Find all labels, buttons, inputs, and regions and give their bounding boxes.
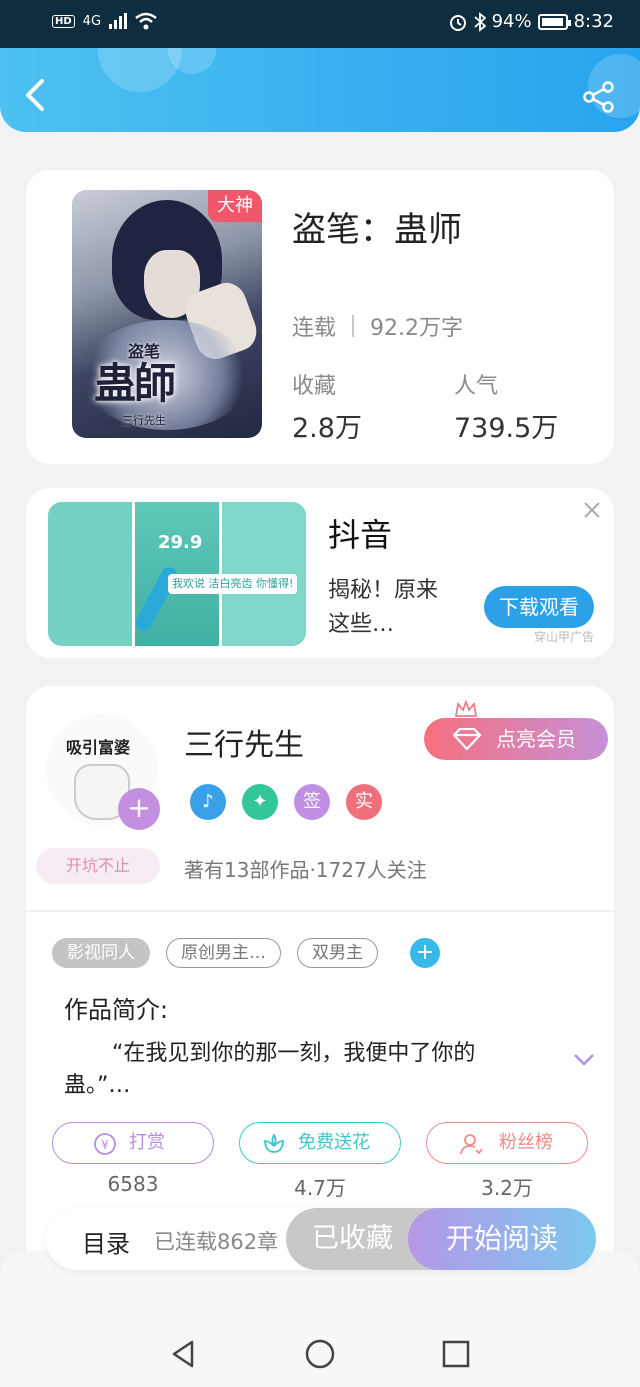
cover-author: 三行先生 <box>122 414 166 427</box>
download-button[interactable]: 下载观看 <box>484 586 594 628</box>
signal-icon <box>109 13 128 29</box>
diamond-icon <box>452 728 482 750</box>
toc-button[interactable]: 目录 <box>82 1224 130 1259</box>
battery-percent: 94% <box>491 11 532 32</box>
hd-indicator: HD <box>52 14 75 28</box>
tip-label: 打赏 <box>129 1132 165 1153</box>
fan-count: 3.2万 <box>481 1176 533 1200</box>
book-cover[interactable]: 盗笔 蛊師 三行先生 <box>72 190 262 438</box>
back-icon[interactable] <box>22 78 48 112</box>
music-badge-icon[interactable]: ♪ <box>190 784 226 820</box>
ad-image-text: 我欢说 洁白亮齿 你懂得! <box>168 574 298 594</box>
word-count: 92.2万字 <box>370 316 464 341</box>
ad-title: 抖音 <box>328 516 393 554</box>
signed-badge[interactable]: 签 <box>294 784 330 820</box>
tip-count: 6583 <box>107 1172 159 1196</box>
tip-button[interactable]: ¥ 打赏 <box>52 1122 214 1164</box>
alarm-icon <box>449 14 466 31</box>
author-meta: 著有13部作品·1727人关注 <box>184 858 427 882</box>
chapter-count[interactable]: 已连载862章 <box>154 1226 278 1256</box>
book-status-row: 连载 92.2万字 <box>292 310 463 342</box>
popularity-label: 人气 <box>454 374 499 399</box>
svg-text:¥: ¥ <box>101 1138 109 1152</box>
tag-item[interactable]: 原创男主… <box>166 938 281 968</box>
book-info-card: 盗笔 蛊師 三行先生 大神 盗笔：蛊师 连载 92.2万字 收藏 2.8万 人气… <box>26 170 614 464</box>
status-bar: HD 4G 94% 8:32 <box>0 0 640 48</box>
ad-source: 穿山甲广告 <box>534 630 595 644</box>
verified-badge[interactable]: 实 <box>346 784 382 820</box>
tag-item[interactable]: 影视同人 <box>52 938 150 968</box>
intro-label: 作品简介: <box>64 996 169 1024</box>
cover-title: 蛊師 <box>94 359 176 408</box>
fan-ranking-label: 粉丝榜 <box>499 1132 553 1153</box>
top-header <box>0 48 640 132</box>
network-indicator: 4G <box>82 13 102 29</box>
master-badge: 大神 <box>208 190 262 222</box>
bottom-action-bar: 目录 已连载862章 已收藏 开始阅读 <box>46 1208 596 1270</box>
avatar-pendant: 开坑不止 <box>36 848 160 884</box>
favorites-value: 2.8万 <box>292 413 362 444</box>
nav-home-icon[interactable] <box>304 1338 336 1370</box>
start-reading-button[interactable]: 开始阅读 <box>408 1208 596 1270</box>
tag-item[interactable]: 双男主 <box>297 938 378 968</box>
ad-image[interactable]: 29.9 我欢说 洁白亮齿 你懂得! <box>48 502 306 646</box>
battery-icon <box>537 13 571 30</box>
ad-card[interactable]: 29.9 我欢说 洁白亮齿 你懂得! 抖音 揭秘！原来这些… 下载观看 穿山甲广… <box>26 488 614 658</box>
author-badges: ♪ ✦ 签 实 <box>190 784 382 820</box>
vip-button[interactable]: 点亮会员 <box>424 718 608 760</box>
coin-icon: ¥ <box>94 1133 116 1155</box>
intro-text: “在我见到你的那一刻，我便中了你的蛊。”… <box>64 1041 476 1098</box>
avatar-text: 吸引富婆 <box>66 738 131 757</box>
popularity-value: 739.5万 <box>454 413 559 444</box>
fan-ranking-button[interactable]: 粉丝榜 <box>426 1122 588 1164</box>
ad-image-price: 29.9 <box>158 532 203 553</box>
favorites-label: 收藏 <box>292 374 337 399</box>
send-flower-label: 免费送花 <box>298 1132 370 1153</box>
clock: 8:32 <box>573 11 614 32</box>
wifi-icon <box>135 12 157 30</box>
close-icon[interactable] <box>582 500 602 520</box>
divider <box>26 910 614 912</box>
flower-icon <box>264 1133 284 1153</box>
tag-list: 影视同人 原创男主… 双男主 + <box>52 938 440 968</box>
chevron-down-icon[interactable] <box>572 1052 596 1068</box>
nav-back-icon[interactable] <box>168 1338 200 1370</box>
send-flower-button[interactable]: 免费送花 <box>239 1122 401 1164</box>
handshake-badge-icon[interactable]: ✦ <box>242 784 278 820</box>
flower-count: 4.7万 <box>294 1176 346 1200</box>
user-icon <box>460 1134 483 1155</box>
crown-icon <box>454 700 478 717</box>
follow-plus-button[interactable]: + <box>118 788 160 830</box>
add-tag-button[interactable]: + <box>410 938 440 968</box>
book-title: 盗笔：蛊师 <box>292 210 462 250</box>
author-name[interactable]: 三行先生 <box>184 720 304 764</box>
share-icon[interactable] <box>582 80 616 114</box>
vip-label: 点亮会员 <box>496 727 576 751</box>
nav-recents-icon[interactable] <box>440 1338 472 1370</box>
serial-status: 连载 <box>292 316 337 341</box>
system-nav-bar <box>0 1250 640 1387</box>
ad-description: 揭秘！原来这些… <box>328 578 439 637</box>
bluetooth-icon <box>473 11 486 32</box>
